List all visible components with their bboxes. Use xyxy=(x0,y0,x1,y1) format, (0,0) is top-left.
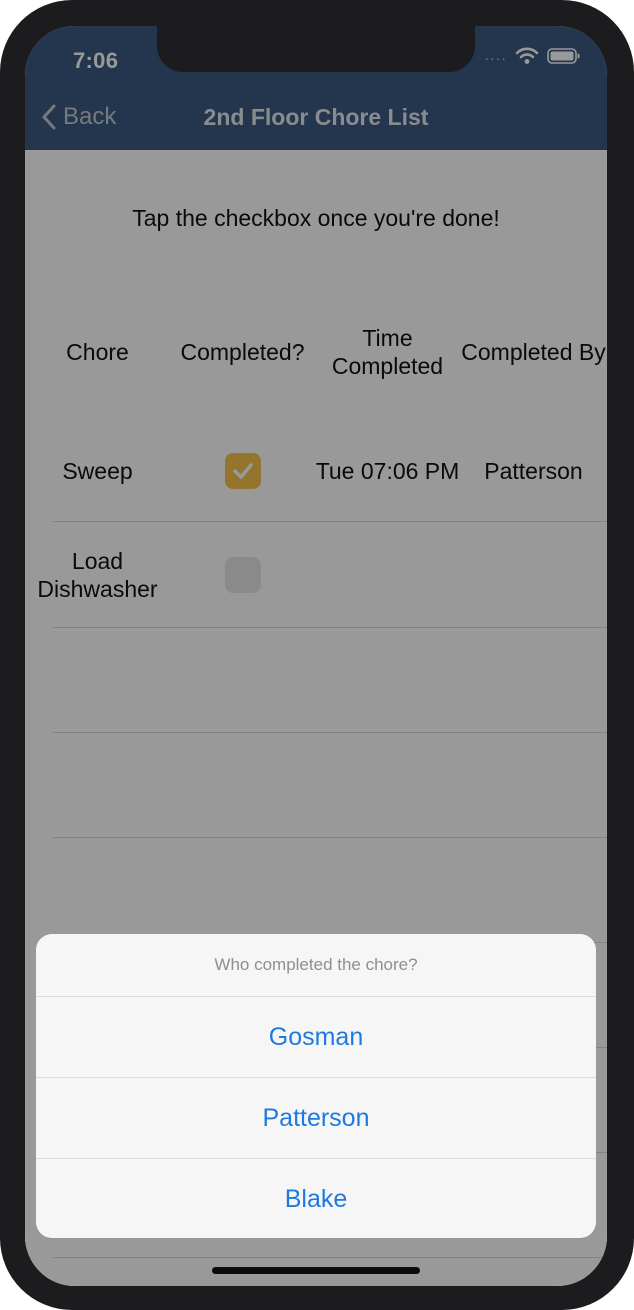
action-sheet: Who completed the chore? Gosman Patterso… xyxy=(36,934,596,1238)
notch xyxy=(157,26,475,72)
device-frame: 7:06 ···· Back 2nd Floor Chore List Tap … xyxy=(0,0,634,1310)
action-sheet-title: Who completed the chore? xyxy=(36,934,596,997)
option-blake[interactable]: Blake xyxy=(36,1159,596,1238)
screen: 7:06 ···· Back 2nd Floor Chore List Tap … xyxy=(25,26,607,1286)
home-indicator xyxy=(212,1267,420,1274)
option-patterson[interactable]: Patterson xyxy=(36,1078,596,1159)
option-gosman[interactable]: Gosman xyxy=(36,997,596,1078)
